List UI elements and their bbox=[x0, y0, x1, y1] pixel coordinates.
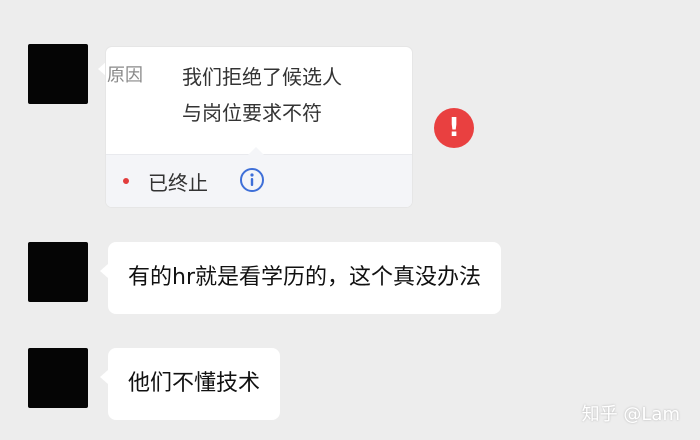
rejection-card[interactable]: 原因 我们拒绝了候选人 与岗位要求不符 已终止 bbox=[106, 47, 412, 207]
card-message: 我们拒绝了候选人 与岗位要求不符 bbox=[182, 59, 342, 131]
card-line-1: 我们拒绝了候选人 bbox=[182, 65, 342, 89]
reason-tag: 原因 bbox=[107, 65, 143, 86]
avatar[interactable] bbox=[28, 242, 88, 302]
message-bubble[interactable]: 他们不懂技术 bbox=[99, 348, 281, 420]
message-bubble[interactable]: 有的hr就是看学历的，这个真没办法 bbox=[100, 242, 501, 314]
exclamation-circle-icon[interactable]: ! bbox=[434, 108, 474, 148]
status-label: 已终止 bbox=[148, 171, 208, 195]
avatar[interactable] bbox=[28, 348, 88, 408]
card-footer: 已终止 bbox=[106, 147, 412, 207]
watermark: 知乎 @Lam bbox=[581, 404, 680, 425]
card-tail bbox=[98, 62, 106, 76]
status-dot bbox=[123, 178, 129, 184]
footer-notch bbox=[248, 147, 264, 155]
info-circle-icon[interactable] bbox=[239, 167, 265, 193]
avatar[interactable] bbox=[28, 44, 88, 104]
card-line-2: 与岗位要求不符 bbox=[182, 101, 322, 125]
